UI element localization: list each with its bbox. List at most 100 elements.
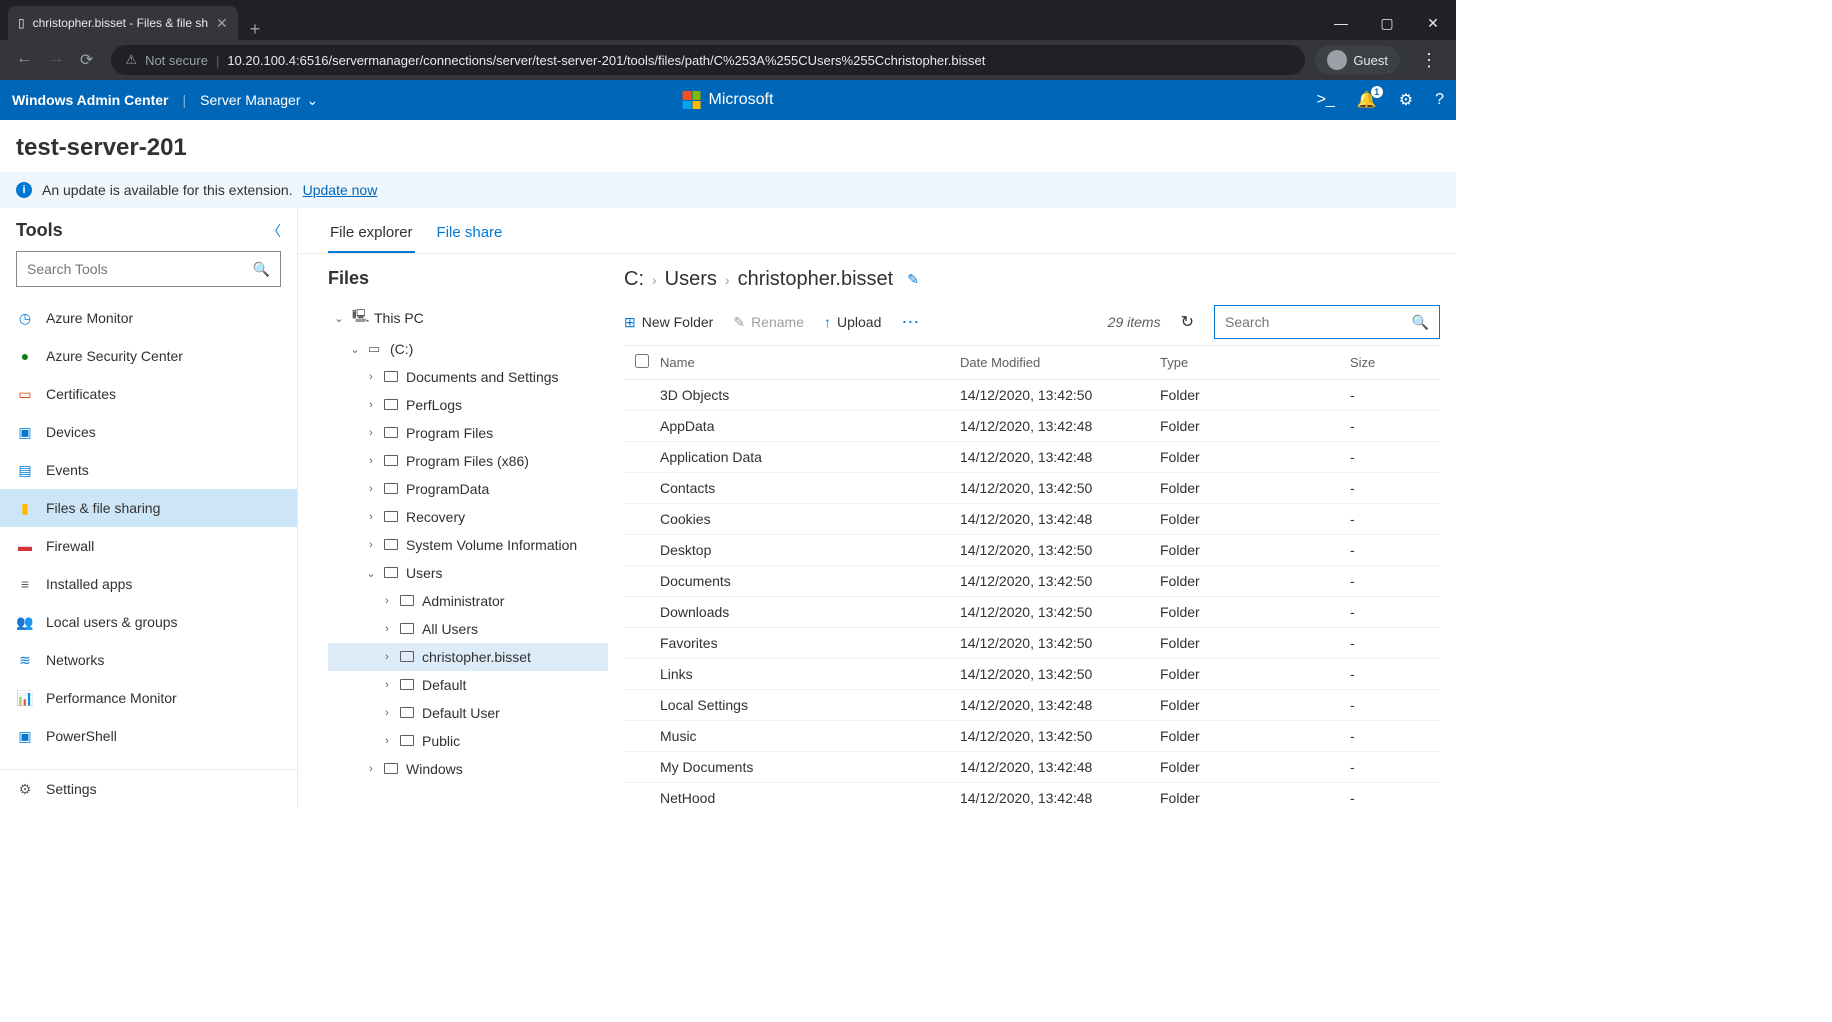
chevron-down-icon[interactable]: ⌄	[348, 343, 362, 356]
close-window-icon[interactable]: ✕	[1410, 15, 1456, 32]
tree-users[interactable]: ⌄ Users	[328, 559, 608, 587]
breadcrumb-seg[interactable]: christopher.bisset	[738, 268, 894, 291]
tools-search-input[interactable]	[27, 261, 253, 277]
browser-tab[interactable]: ▯ christopher.bisset - Files & file sh ✕	[8, 6, 238, 40]
sidebar-item-events[interactable]: ▤Events	[0, 451, 297, 489]
sidebar-item-local-users-groups[interactable]: 👥Local users & groups	[0, 603, 297, 641]
sidebar-item-settings[interactable]: ⚙ Settings	[0, 769, 297, 808]
more-actions-icon[interactable]: ⋯	[901, 312, 921, 333]
file-search-input[interactable]	[1225, 314, 1412, 330]
tree-folder[interactable]: ›Recovery	[328, 503, 608, 531]
tree-folder[interactable]: ›Program Files (x86)	[328, 447, 608, 475]
tree-user-folder[interactable]: ›Administrator	[328, 587, 608, 615]
tree-folder[interactable]: ›ProgramData	[328, 475, 608, 503]
sidebar-item-installed-apps[interactable]: ≡Installed apps	[0, 565, 297, 603]
table-row[interactable]: Downloads14/12/2020, 13:42:50Folder-	[624, 597, 1440, 628]
table-row[interactable]: Cookies14/12/2020, 13:42:48Folder-	[624, 504, 1440, 535]
reload-icon[interactable]: ⟳	[80, 50, 93, 70]
tab-file-explorer[interactable]: File explorer	[328, 218, 415, 253]
tree-user-folder[interactable]: ›christopher.bisset	[328, 643, 608, 671]
table-row[interactable]: Desktop14/12/2020, 13:42:50Folder-	[624, 535, 1440, 566]
table-row[interactable]: Local Settings14/12/2020, 13:42:48Folder…	[624, 690, 1440, 721]
table-row[interactable]: AppData14/12/2020, 13:42:48Folder-	[624, 411, 1440, 442]
new-tab-button[interactable]: +	[238, 19, 273, 40]
guest-profile[interactable]: Guest	[1315, 46, 1400, 74]
sidebar-item-files-file-sharing[interactable]: ▮Files & file sharing	[0, 489, 297, 527]
chevron-right-icon[interactable]: ›	[364, 763, 378, 775]
chevron-right-icon[interactable]: ›	[364, 427, 378, 439]
tree-folder[interactable]: ›Documents and Settings	[328, 363, 608, 391]
upload-button[interactable]: ↑ Upload	[824, 314, 881, 330]
col-size[interactable]: Size	[1350, 355, 1440, 370]
table-row[interactable]: Application Data14/12/2020, 13:42:48Fold…	[624, 442, 1440, 473]
table-row[interactable]: My Documents14/12/2020, 13:42:48Folder-	[624, 752, 1440, 783]
address-field[interactable]: ⚠ Not secure | 10.20.100.4:6516/serverma…	[111, 45, 1305, 75]
product-name[interactable]: Windows Admin Center	[12, 92, 168, 108]
back-icon[interactable]: ←	[16, 50, 32, 70]
chevron-right-icon[interactable]: ›	[380, 707, 394, 719]
tree-user-folder[interactable]: ›Public	[328, 727, 608, 755]
powershell-icon[interactable]: >_	[1317, 91, 1335, 109]
chevron-right-icon[interactable]: ›	[364, 399, 378, 411]
forward-icon[interactable]: →	[48, 50, 64, 70]
table-row[interactable]: Favorites14/12/2020, 13:42:50Folder-	[624, 628, 1440, 659]
col-type[interactable]: Type	[1160, 355, 1350, 370]
tree-user-folder[interactable]: ›Default User	[328, 699, 608, 727]
col-date[interactable]: Date Modified	[960, 355, 1160, 370]
tree-drive[interactable]: ⌄ ▭ (C:)	[328, 335, 608, 363]
chevron-down-icon[interactable]: ⌄	[332, 312, 346, 325]
chevron-right-icon[interactable]: ›	[380, 623, 394, 635]
table-row[interactable]: Documents14/12/2020, 13:42:50Folder-	[624, 566, 1440, 597]
table-row[interactable]: Links14/12/2020, 13:42:50Folder-	[624, 659, 1440, 690]
table-row[interactable]: 3D Objects14/12/2020, 13:42:50Folder-	[624, 380, 1440, 411]
notifications-button[interactable]: 🔔 1	[1357, 90, 1377, 110]
tree-folder[interactable]: ›PerfLogs	[328, 391, 608, 419]
section-dropdown[interactable]: Server Manager ⌄	[200, 92, 318, 109]
edit-path-icon[interactable]: ✎	[907, 271, 919, 288]
help-icon[interactable]: ?	[1435, 91, 1444, 109]
sidebar-item-devices[interactable]: ▣Devices	[0, 413, 297, 451]
tools-search[interactable]: 🔍	[16, 251, 281, 287]
table-row[interactable]: Music14/12/2020, 13:42:50Folder-	[624, 721, 1440, 752]
sidebar-item-azure-monitor[interactable]: ◷Azure Monitor	[0, 299, 297, 337]
chevron-right-icon[interactable]: ›	[380, 651, 394, 663]
tree-windows[interactable]: › Windows	[328, 755, 608, 783]
settings-icon[interactable]: ⚙	[1399, 90, 1413, 110]
chevron-right-icon[interactable]: ›	[364, 511, 378, 523]
browser-menu-icon[interactable]: ⋮	[1410, 50, 1448, 71]
sidebar-item-certificates[interactable]: ▭Certificates	[0, 375, 297, 413]
refresh-icon[interactable]: ↻	[1181, 312, 1194, 332]
table-row[interactable]: NetHood14/12/2020, 13:42:48Folder-	[624, 783, 1440, 808]
chevron-right-icon[interactable]: ›	[380, 595, 394, 607]
file-search[interactable]: 🔍	[1214, 305, 1440, 339]
chevron-right-icon[interactable]: ›	[364, 539, 378, 551]
table-row[interactable]: Contacts14/12/2020, 13:42:50Folder-	[624, 473, 1440, 504]
close-tab-icon[interactable]: ✕	[216, 15, 228, 32]
chevron-right-icon[interactable]: ›	[364, 455, 378, 467]
update-now-link[interactable]: Update now	[303, 182, 378, 198]
chevron-right-icon[interactable]: ›	[364, 483, 378, 495]
new-folder-button[interactable]: ⊞ New Folder	[624, 314, 713, 331]
maximize-icon[interactable]: ▢	[1364, 15, 1410, 32]
tree-root[interactable]: ⌄ 🖳 This PC	[328, 301, 608, 335]
tree-folder[interactable]: ›Program Files	[328, 419, 608, 447]
select-all-checkbox[interactable]	[635, 354, 649, 368]
chevron-right-icon[interactable]: ›	[380, 679, 394, 691]
tree-folder[interactable]: ›System Volume Information	[328, 531, 608, 559]
breadcrumb-seg[interactable]: C:	[624, 268, 644, 291]
chevron-right-icon[interactable]: ›	[364, 371, 378, 383]
chevron-down-icon[interactable]: ⌄	[364, 567, 378, 580]
breadcrumb-seg[interactable]: Users	[665, 268, 717, 291]
tab-file-share[interactable]: File share	[435, 218, 505, 253]
tree-user-folder[interactable]: ›All Users	[328, 615, 608, 643]
col-name[interactable]: Name	[660, 355, 960, 370]
minimize-icon[interactable]: ―	[1318, 15, 1364, 31]
sidebar-item-networks[interactable]: ≋Networks	[0, 641, 297, 679]
sidebar-item-performance-monitor[interactable]: 📊Performance Monitor	[0, 679, 297, 717]
sidebar-item-firewall[interactable]: ▬Firewall	[0, 527, 297, 565]
collapse-icon[interactable]: 〈	[267, 221, 281, 241]
sidebar-item-azure-security-center[interactable]: ●Azure Security Center	[0, 337, 297, 375]
tree-user-folder[interactable]: ›Default	[328, 671, 608, 699]
chevron-right-icon[interactable]: ›	[380, 735, 394, 747]
sidebar-item-powershell[interactable]: ▣PowerShell	[0, 717, 297, 755]
